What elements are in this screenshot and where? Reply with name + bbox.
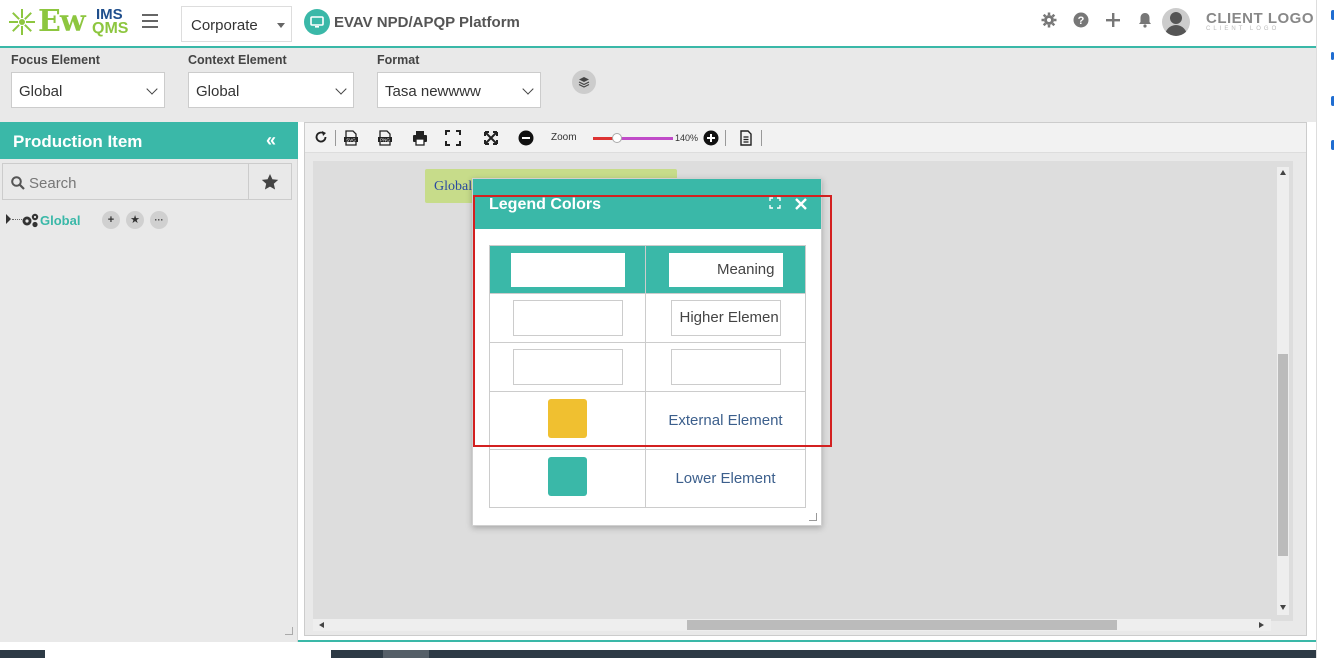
- close-icon[interactable]: [795, 198, 807, 210]
- legend-row: Lower Element: [489, 449, 806, 508]
- app-logo[interactable]: Ew IMS QMS: [8, 4, 128, 40]
- color-swatch-external[interactable]: [548, 398, 587, 438]
- focus-element-value: Global: [19, 83, 63, 100]
- star-icon: [261, 174, 279, 190]
- scrollbar-thumb[interactable]: [1278, 354, 1288, 556]
- layers-icon: [578, 77, 590, 88]
- export-svg-icon[interactable]: SVG: [343, 130, 359, 146]
- resize-handle[interactable]: [285, 627, 293, 635]
- dialog-header[interactable]: Legend Colors: [473, 179, 821, 229]
- export-png-icon[interactable]: PNG: [377, 130, 393, 146]
- favorites-button[interactable]: [249, 163, 292, 200]
- zoom-in-icon[interactable]: [703, 130, 719, 146]
- tree-node-label[interactable]: Global: [40, 213, 80, 228]
- chevron-down-icon: [522, 83, 534, 95]
- format-value: Tasa newwww: [385, 83, 481, 100]
- chevron-down-icon: [335, 83, 347, 95]
- tree-add-button[interactable]: +: [102, 211, 120, 229]
- zoom-label: Zoom: [551, 132, 577, 143]
- legend-row: External Element: [489, 391, 806, 450]
- legend-header-row: Meaning: [489, 245, 806, 294]
- caret-down-icon: [277, 23, 285, 28]
- gears-icon: [22, 213, 39, 228]
- horizontal-scrollbar[interactable]: [313, 619, 1271, 631]
- notification-bell-icon[interactable]: [1136, 12, 1154, 30]
- logo-qms: QMS: [92, 20, 129, 37]
- scroll-up-icon[interactable]: [1280, 170, 1286, 175]
- diagram-node-label: Global: [434, 179, 473, 194]
- refresh-icon[interactable]: [313, 130, 329, 146]
- help-icon[interactable]: ?: [1072, 12, 1090, 30]
- color-header-input[interactable]: [509, 251, 626, 288]
- legend-label: External Element: [668, 411, 783, 429]
- monitor-icon: [304, 9, 330, 35]
- focus-element-label: Focus Element: [11, 53, 100, 67]
- search-icon: [11, 176, 25, 190]
- legend-table: Meaning Higher Elemen External Element L…: [489, 245, 806, 508]
- color-swatch-lower[interactable]: [548, 456, 587, 496]
- svg-text:PNG: PNG: [380, 137, 390, 142]
- meaning-input[interactable]: [670, 349, 781, 385]
- zoom-slider-handle[interactable]: [612, 133, 622, 143]
- scroll-down-icon[interactable]: [1280, 605, 1286, 610]
- collapse-panel-icon[interactable]: «: [266, 130, 276, 151]
- filter-bar: Focus Element Global Context Element Glo…: [0, 48, 1316, 122]
- color-input[interactable]: [512, 300, 623, 336]
- maximize-icon[interactable]: [769, 197, 781, 209]
- context-element-label: Context Element: [188, 53, 287, 67]
- print-icon[interactable]: [412, 130, 428, 146]
- organization-select-value: Corporate: [191, 17, 258, 34]
- settings-gear-icon[interactable]: [1040, 12, 1058, 30]
- top-bar: Ew IMS QMS Corporate EVAV NPD/APQP Platf…: [0, 0, 1316, 48]
- svg-text:SVG: SVG: [346, 137, 356, 142]
- search-input[interactable]: Search: [2, 163, 249, 200]
- expand-arrow-icon[interactable]: [6, 214, 11, 224]
- fit-screen-icon[interactable]: [445, 130, 461, 146]
- meaning-input[interactable]: Higher Elemen: [670, 300, 781, 336]
- context-element-value: Global: [196, 83, 240, 100]
- scroll-left-icon[interactable]: [319, 622, 324, 628]
- meaning-header-input[interactable]: Meaning: [667, 251, 784, 288]
- production-item-panel: Production Item « Search Global + ★ ···: [0, 122, 298, 642]
- chevron-down-icon: [146, 83, 158, 95]
- right-edge-panel: [1316, 0, 1334, 658]
- organization-select[interactable]: Corporate: [181, 6, 292, 42]
- format-select[interactable]: Tasa newwww: [377, 72, 541, 108]
- color-input[interactable]: [512, 349, 623, 385]
- taskbar: [0, 650, 1316, 658]
- logo-ew: Ew: [38, 4, 86, 39]
- tree-more-button[interactable]: ···: [150, 211, 168, 229]
- client-logo-subtitle: CLIENT LOGO: [1206, 26, 1280, 32]
- add-icon[interactable]: [1104, 12, 1122, 30]
- panel-title: Production Item: [13, 132, 143, 151]
- zoom-out-icon[interactable]: [518, 130, 534, 146]
- dialog-resize-handle[interactable]: [809, 513, 817, 521]
- dialog-title: Legend Colors: [489, 196, 602, 213]
- platform-title: EVAV NPD/APQP Platform: [334, 14, 520, 31]
- diagram-toolbar: SVG PNG Zoom 140%: [305, 123, 1306, 153]
- legend-row: [489, 342, 806, 392]
- layers-button[interactable]: [572, 70, 596, 94]
- svg-text:?: ?: [1078, 15, 1085, 27]
- user-avatar[interactable]: [1162, 8, 1190, 36]
- format-label: Format: [377, 53, 420, 67]
- legend-row: Higher Elemen: [489, 293, 806, 343]
- legend-label: Lower Element: [675, 469, 776, 487]
- client-logo: CLIENT LOGO: [1206, 10, 1314, 27]
- context-element-select[interactable]: Global: [188, 72, 354, 108]
- scroll-right-icon[interactable]: [1259, 622, 1264, 628]
- vertical-scrollbar[interactable]: [1277, 167, 1289, 615]
- scrollbar-thumb[interactable]: [687, 620, 1117, 630]
- panel-header: Production Item «: [0, 122, 298, 159]
- focus-element-select[interactable]: Global: [11, 72, 165, 108]
- legend-colors-dialog: Legend Colors Meaning Higher Elemen Exte…: [472, 178, 822, 526]
- expand-arrows-icon[interactable]: [483, 130, 499, 146]
- menu-icon[interactable]: [142, 14, 158, 28]
- zoom-value: 140%: [675, 133, 699, 143]
- document-icon[interactable]: [738, 130, 754, 146]
- tree-favorite-button[interactable]: ★: [126, 211, 144, 229]
- flower-logo-icon: [9, 9, 35, 35]
- search-placeholder: Search: [29, 175, 77, 192]
